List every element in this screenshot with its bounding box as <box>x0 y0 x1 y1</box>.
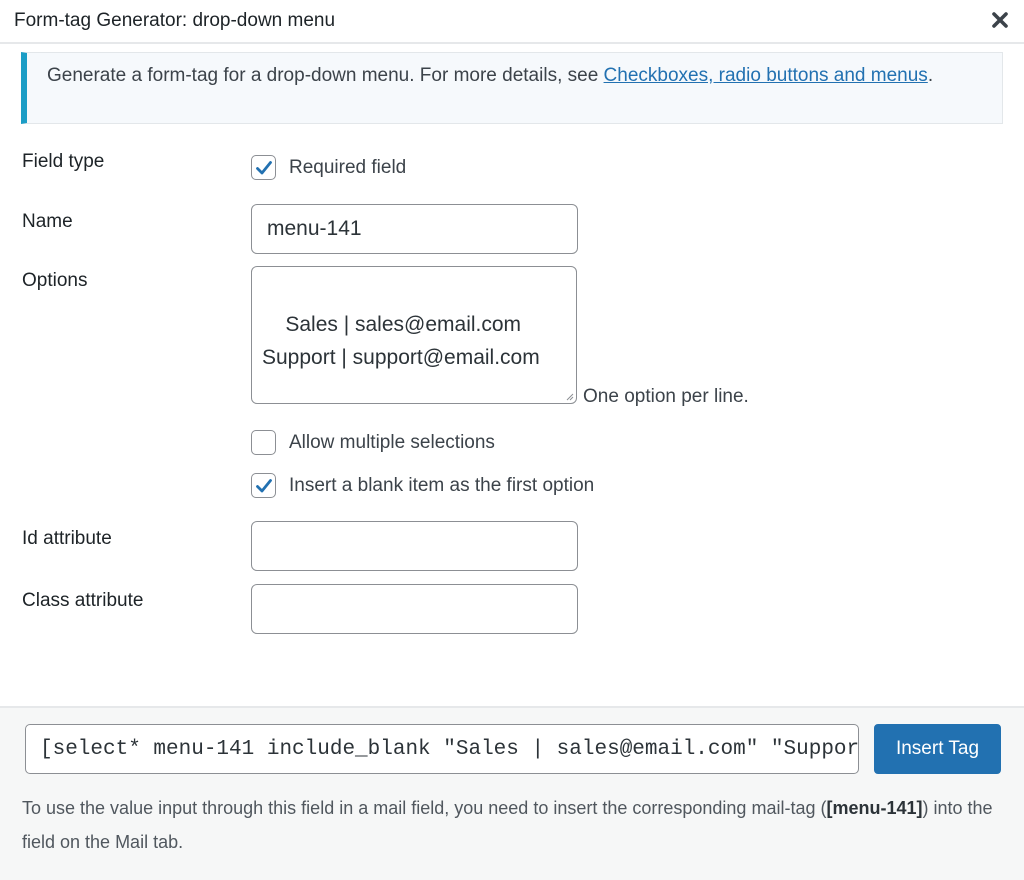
dialog-title: Form-tag Generator: drop-down menu <box>14 10 336 31</box>
tag-output-value: [select* menu-141 include_blank "Sales |… <box>40 737 859 761</box>
resize-grip-icon[interactable] <box>564 391 574 401</box>
dialog-footer: [select* menu-141 include_blank "Sales |… <box>0 706 1024 880</box>
info-notice: Generate a form-tag for a drop-down menu… <box>21 52 1003 124</box>
note-prefix: To use the value input through this fiel… <box>22 798 827 818</box>
dialog-header: Form-tag Generator: drop-down menu <box>0 0 1024 44</box>
options-label: Options <box>22 270 88 291</box>
allow-multiple-label: Allow multiple selections <box>289 431 495 453</box>
options-textarea-value: Sales | sales@email.com Support | suppor… <box>262 313 540 369</box>
include-blank-label: Insert a blank item as the first option <box>289 474 595 496</box>
options-hint: One option per line. <box>583 386 749 407</box>
id-attribute-label: Id attribute <box>22 528 112 549</box>
form-tag-generator-dialog: Form-tag Generator: drop-down menu Gener… <box>0 0 1024 880</box>
name-input[interactable]: menu-141 <box>251 204 578 254</box>
required-field-checkbox-row[interactable]: Required field <box>251 155 406 180</box>
include-blank-checkbox[interactable] <box>251 473 276 498</box>
allow-multiple-checkbox-row[interactable]: Allow multiple selections <box>251 430 495 455</box>
class-attribute-input[interactable] <box>251 584 578 634</box>
close-icon <box>992 12 1008 28</box>
required-field-label: Required field <box>289 156 407 178</box>
notice-link[interactable]: Checkboxes, radio buttons and menus <box>604 65 928 86</box>
checkmark-icon <box>256 479 272 493</box>
insert-tag-button[interactable]: Insert Tag <box>874 724 1001 774</box>
name-input-value: menu-141 <box>267 217 362 240</box>
close-button[interactable] <box>986 6 1014 34</box>
field-type-label: Field type <box>22 151 105 172</box>
include-blank-checkbox-row[interactable]: Insert a blank item as the first option <box>251 473 594 498</box>
notice-suffix: . <box>927 65 934 86</box>
allow-multiple-checkbox[interactable] <box>251 430 276 455</box>
mail-tag: [menu-141] <box>826 798 923 818</box>
name-label: Name <box>22 211 73 232</box>
id-attribute-input[interactable] <box>251 521 578 571</box>
options-textarea[interactable]: Sales | sales@email.com Support | suppor… <box>251 266 577 404</box>
class-attribute-label: Class attribute <box>22 590 144 611</box>
mail-tag-note: To use the value input through this fiel… <box>22 791 1002 859</box>
notice-text: Generate a form-tag for a drop-down menu… <box>47 65 604 86</box>
required-field-checkbox[interactable] <box>251 155 276 180</box>
tag-output-input[interactable]: [select* menu-141 include_blank "Sales |… <box>25 724 859 774</box>
checkmark-icon <box>256 161 272 175</box>
